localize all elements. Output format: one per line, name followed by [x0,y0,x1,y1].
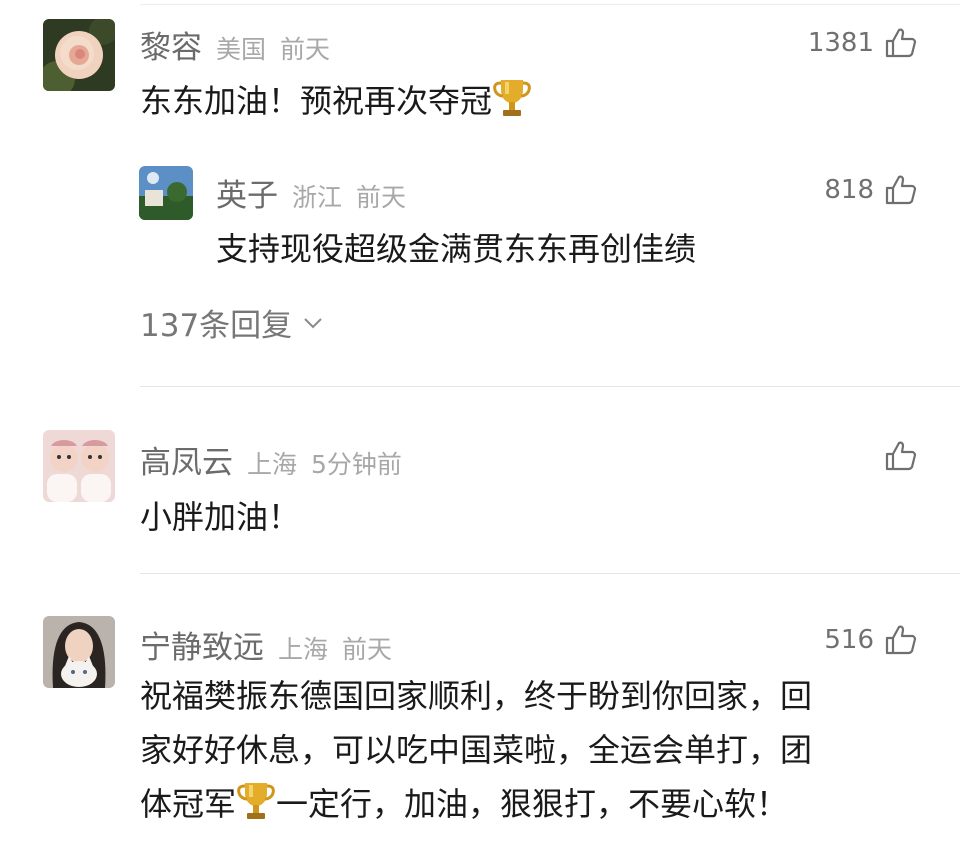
reply-text: 支持现役超级金满贯东东再创佳绩 [216,230,697,268]
comment-line: 祝福樊振东德国回家顺利，终于盼到你回家，回 [140,677,813,715]
babies-avatar-image [43,430,115,502]
trophy-icon [492,76,532,120]
rose-avatar-image [43,19,115,91]
thumbs-up-icon [885,625,917,655]
comment-body: 东东加油！预祝再次夺冠 [140,82,493,120]
trophy-icon [236,779,276,823]
reply-meta: 英子 浙江 前天 [216,170,406,215]
like-button[interactable]: 516 [824,624,918,656]
avatar[interactable] [43,616,115,688]
thumbs-up-icon [885,175,917,205]
comment-line: 体冠军 一定行，加油，狠狠打，不要心软！ [140,777,930,831]
timestamp: 5分钟前 [311,450,402,479]
username[interactable]: 高凤云 [140,437,233,482]
timestamp: 前天 [280,35,331,64]
chevron-down-icon [304,317,322,328]
comment-line: 家好好休息，可以吃中国菜啦，全运会单打，团 [140,731,813,769]
comment-meta: 宁静致远 上海 前天 [140,622,392,667]
like-count: 516 [824,625,874,655]
comment-meta: 高凤云 上海 5分钟前 [140,437,402,482]
username[interactable]: 黎容 [140,22,202,67]
comment-line-part: 一定行，加油，狠狠打，不要心软！ [276,785,789,823]
username[interactable]: 宁静致远 [140,622,264,667]
avatar[interactable] [43,19,115,91]
avatar[interactable] [43,430,115,502]
like-button[interactable]: 1381 [808,27,918,59]
reply-region-label: 浙江 [292,183,343,212]
comment-divider [140,386,960,387]
thumbs-up-icon [885,441,917,471]
timestamp: 前天 [342,635,393,664]
like-button[interactable] [884,440,918,472]
reply-like-count: 818 [824,175,874,205]
reply-username[interactable]: 英子 [216,170,278,215]
thumbs-up-icon [885,28,917,58]
region-label: 上海 [278,635,329,664]
comment-text: 小胖加油！ [140,498,301,536]
region-label: 上海 [247,450,298,479]
comment-meta: 黎容 美国 前天 [140,22,330,67]
reply-avatar[interactable] [139,166,193,220]
landscape-avatar-image [139,166,193,220]
comment-text: 祝福樊振东德国回家顺利，终于盼到你回家，回 家好好休息，可以吃中国菜啦，全运会单… [140,669,930,831]
reply-timestamp: 前天 [356,183,407,212]
view-replies-link[interactable]: 137条回复 [140,300,324,345]
replies-count-label: 137条回复 [140,308,293,344]
like-count: 1381 [807,28,874,58]
top-divider [140,4,960,5]
comment-divider [140,573,960,574]
region-label: 美国 [216,35,267,64]
girl-with-cat-avatar-image [43,616,115,688]
comment-line-part: 体冠军 [140,785,237,823]
reply-like-button[interactable]: 818 [824,174,918,206]
comment-text: 东东加油！预祝再次夺冠 [140,74,532,128]
